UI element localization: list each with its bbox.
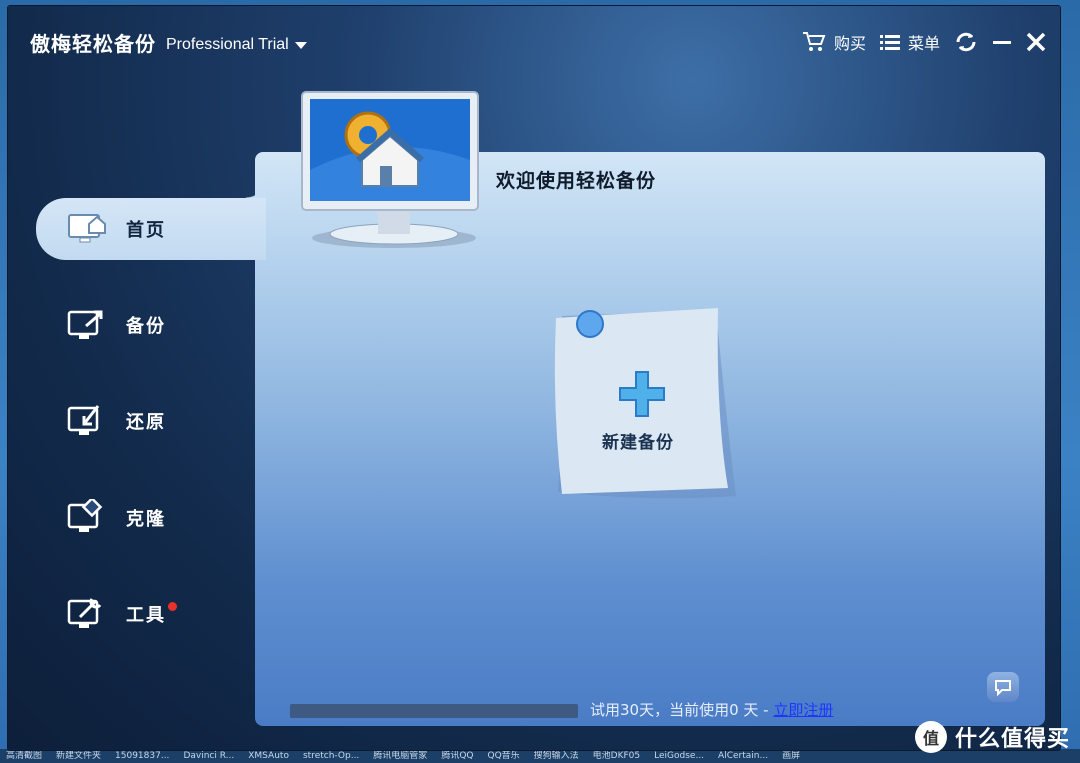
feedback-button[interactable] xyxy=(987,672,1019,702)
watermark: 值 什么值得买 xyxy=(914,721,1070,753)
menu-label: 菜单 xyxy=(907,34,940,53)
close-icon[interactable] xyxy=(1026,32,1046,52)
edition-dropdown[interactable]: Professional Trial xyxy=(166,36,307,54)
minimize-icon[interactable] xyxy=(992,32,1012,52)
sidebar-item-label: 备份 xyxy=(126,316,166,337)
trial-text: 试用30天，当前使用0 天 - xyxy=(590,701,774,719)
taskbar-item[interactable]: 画屏 xyxy=(782,749,800,763)
title-bar-actions: 购买 菜单 xyxy=(802,30,1046,54)
notification-badge xyxy=(168,601,177,611)
taskbar-item[interactable]: QQ音乐 xyxy=(487,749,519,763)
taskbar-item[interactable]: 搜狗输入法 xyxy=(534,749,579,763)
buy-label: 购买 xyxy=(833,34,866,53)
sidebar-item-home[interactable]: 首页 xyxy=(36,178,266,260)
welcome-heading: 欢迎使用轻松备份 xyxy=(496,170,657,192)
taskbar-item[interactable]: 腾讯电脑管家 xyxy=(373,749,427,763)
taskbar-item[interactable]: 高清截图 xyxy=(6,749,42,763)
sidebar-item-label: 工具 xyxy=(126,605,166,626)
taskbar-item[interactable]: 15091837... xyxy=(115,749,169,763)
list-icon xyxy=(879,35,900,50)
taskbar-item[interactable]: XMSAuto xyxy=(248,749,289,763)
refresh-icon[interactable] xyxy=(954,30,978,54)
cart-icon xyxy=(802,32,826,51)
monitor-illustration xyxy=(301,91,479,248)
sidebar-item-label: 首页 xyxy=(126,220,166,241)
sidebar-item-tools[interactable]: 工具 xyxy=(36,583,266,645)
home-monitor-icon xyxy=(62,207,112,251)
app-window: 傲梅轻松备份 Professional Trial 购买 菜单 首页 备份 还原… xyxy=(8,6,1060,750)
taskbar-item[interactable]: Davinci R... xyxy=(183,749,234,763)
app-title: 傲梅轻松备份 xyxy=(30,32,156,56)
new-backup-label: 新建备份 xyxy=(602,433,674,453)
tools-icon xyxy=(62,592,112,636)
edition-label: Professional Trial xyxy=(166,36,289,53)
trial-progress-bar xyxy=(290,704,578,718)
buy-button[interactable]: 购买 xyxy=(802,30,866,54)
feedback-icon xyxy=(995,680,1011,696)
taskbar-item[interactable]: stretch-Op... xyxy=(303,749,359,763)
sidebar-item-backup[interactable]: 备份 xyxy=(36,294,266,356)
sidebar-item-label: 还原 xyxy=(126,412,166,433)
register-link[interactable]: 立即注册 xyxy=(773,701,833,719)
trial-status: 试用30天，当前使用0 天 - 立即注册 xyxy=(590,699,833,720)
plus-icon xyxy=(619,371,665,417)
sidebar-item-clone[interactable]: 克隆 xyxy=(36,487,266,549)
clone-icon xyxy=(62,496,112,540)
taskbar-item[interactable]: 电池DKF05 xyxy=(593,749,640,763)
taskbar-item[interactable]: 新建文件夹 xyxy=(56,749,101,763)
menu-button[interactable]: 菜单 xyxy=(879,30,940,54)
sidebar-item-label: 克隆 xyxy=(126,509,166,530)
sidebar-item-restore[interactable]: 还原 xyxy=(36,390,266,452)
watermark-badge: 值 xyxy=(914,721,947,753)
watermark-text: 什么值得买 xyxy=(954,727,1070,752)
taskbar-item[interactable]: 腾讯QQ xyxy=(441,749,473,763)
backup-icon xyxy=(62,303,112,347)
taskbar-item[interactable]: LeiGodse... xyxy=(654,749,704,763)
chevron-down-icon xyxy=(294,41,307,49)
restore-icon xyxy=(62,399,112,443)
new-backup-card[interactable]: 新建备份 xyxy=(548,306,736,499)
taskbar-item[interactable]: AlCertain... xyxy=(718,749,768,763)
